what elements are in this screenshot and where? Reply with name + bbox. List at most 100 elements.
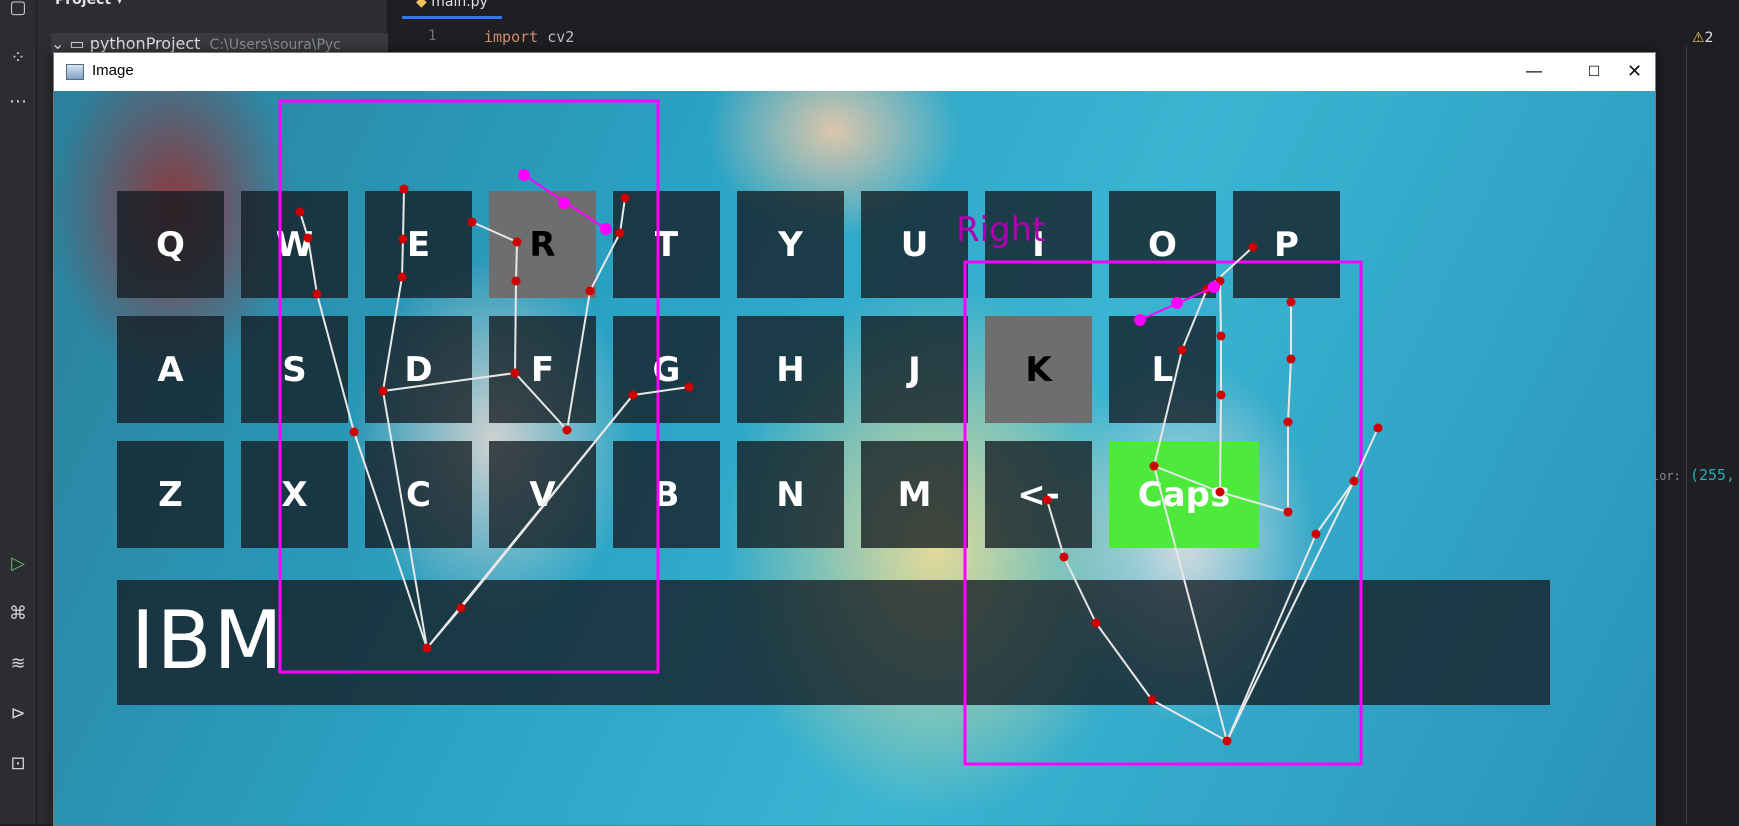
folder-icon: ▭ [69,34,85,53]
left-hand-landmark [398,234,408,244]
camera-feed[interactable]: Q W E R T Y U I O P A S D F G H J K L Z X C V B N M <- Caps IBM Rig… [54,91,1655,825]
project-tool-icon[interactable]: ▢ [4,0,32,22]
right-hand-landmark [1147,695,1157,705]
left-hand-connection [316,293,355,433]
left-hand-connection [401,238,404,278]
minimize-button[interactable]: — [1504,53,1564,91]
left-hand-landmark [510,368,520,378]
chevron-down-icon: ⌄ [51,34,70,53]
right-hand-landmark [1283,417,1293,427]
left-hand-landmark [467,217,477,227]
more-tools-icon[interactable]: ⋯ [4,88,32,116]
window-title: Image [92,62,134,79]
left-hand-connection [402,188,405,240]
right-hand-connection [1226,533,1317,742]
window-title-bar[interactable]: Image — ☐ ✕ [54,53,1655,91]
left-hand-connection [589,232,621,292]
left-hand-landmark [620,193,630,203]
left-hand-connection [471,221,518,243]
image-window[interactable]: Image — ☐ ✕ Q W E R T Y U I O P A S D F G H J K L Z X C V B N M <-… [53,52,1656,826]
right-hand-connection [1287,358,1292,423]
inline-hint: lor: (255, [1652,466,1736,484]
right-hand-connection [1226,480,1355,742]
right-hand-landmark [1248,242,1258,252]
warnings-indicator[interactable]: ⚠2 [1692,30,1713,46]
line-number: 1 [428,28,437,44]
left-hand-connection [514,280,517,374]
right-hand-landmark [1059,552,1069,562]
right-hand-connection [1315,480,1355,535]
left-hand-landmark [512,237,522,247]
left-hand-connection [514,372,568,431]
left-hand-bounding-box [278,99,660,674]
right-hand-connection [1095,622,1153,701]
left-hand-landmark [399,184,409,194]
right-hand-connection [1046,499,1065,558]
terminal-icon[interactable]: ⊡ [4,750,32,778]
editor-right-gutter [1686,46,1739,824]
left-hand-landmark [562,425,572,435]
left-hand-connection [307,237,318,295]
right-hand-connection [1219,394,1222,493]
left-hand-connection [382,372,516,392]
hand-tracking-overlay: Right [278,99,1383,766]
right-hand-landmark [1222,736,1232,746]
close-button[interactable]: ✕ [1614,53,1655,91]
left-hand-connection [632,386,690,396]
right-hand-connection [1219,280,1222,337]
right-hand-connection [1153,349,1183,467]
right-hand-landmark [1311,529,1321,539]
tab-main-py[interactable]: ◆ main.py [402,0,502,19]
right-hand-connection [1153,465,1228,742]
left-hand-landmark [684,382,694,392]
python-file-icon: ◆ [416,0,427,10]
left-hand-landmark [397,272,407,282]
project-path: C:\Users\soura\Pyc [209,37,341,53]
right-hand-landmark [1286,297,1296,307]
right-hand-landmark [1216,331,1226,341]
left-hand-landmark [585,286,595,296]
left-hand-landmark [349,427,359,437]
right-hand-landmark [1216,390,1226,400]
left-hand-connection [382,276,403,392]
left-hand-landmark [303,233,313,243]
services-icon[interactable]: ⊳ [4,700,32,728]
right-hand-landmark [1349,476,1359,486]
left-hand-connection [382,390,428,649]
left-hand-landmark [628,390,638,400]
python-console-icon[interactable]: ⌘ [4,600,32,628]
right-hand-landmark [1091,618,1101,628]
left-hand-landmark [378,386,388,396]
right-hand-landmark [1042,495,1052,505]
left-hand-landmark [422,643,432,653]
right-hand-connection [1153,465,1221,493]
left-hand-connection [515,241,518,282]
left-hand-landmark [456,603,466,613]
right-hand-connection [1181,288,1208,351]
window-app-icon [66,64,84,80]
project-panel-title[interactable]: Project ▾ [55,0,123,8]
left-hand-connection [619,197,626,234]
run-icon[interactable]: ▷ [4,550,32,578]
right-hand-landmark [1177,345,1187,355]
warning-icon: ⚠ [1692,30,1705,46]
left-hand-connection [353,431,428,649]
project-folder-name: pythonProject [89,34,201,53]
layers-icon[interactable]: ≋ [4,650,32,678]
hand-label: Right [956,210,1046,250]
right-hand-connection [1353,427,1379,482]
right-hand-bounding-box [963,260,1363,766]
ide-tool-strip: ▢ ⁘ ⋯ ▷ ⌘ ≋ ⊳ ⊡ [0,0,37,824]
right-hand-connection [1063,556,1097,624]
left-fingertip-line [523,174,607,230]
right-hand-landmark [1149,461,1159,471]
code-line[interactable]: import cv2 [484,28,574,46]
structure-tool-icon[interactable]: ⁘ [4,44,32,72]
right-hand-landmark [1283,507,1293,517]
right-hand-landmark [1286,354,1296,364]
left-hand-landmark [511,276,521,286]
left-hand-landmark [295,207,305,217]
right-hand-landmark [1215,487,1225,497]
left-hand-connection [566,290,591,431]
left-hand-landmark [615,228,625,238]
